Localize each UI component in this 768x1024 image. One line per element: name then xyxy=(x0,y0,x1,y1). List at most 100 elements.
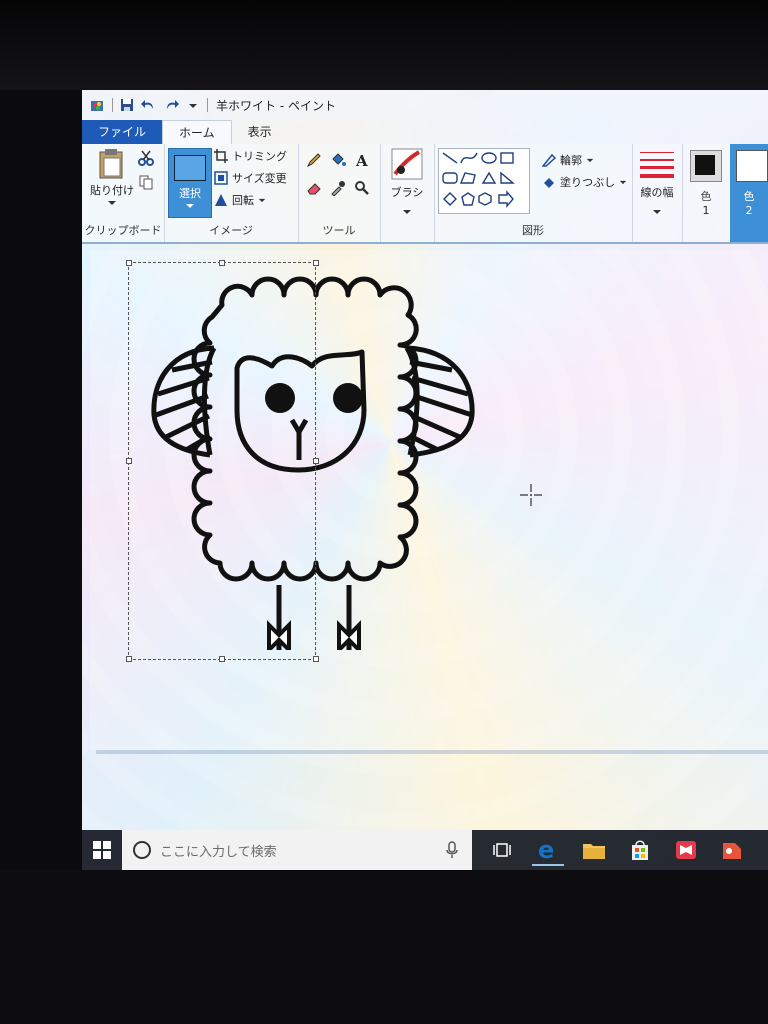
color2-swatch xyxy=(736,150,768,182)
paint-app-icon[interactable] xyxy=(90,97,106,113)
undo-icon[interactable] xyxy=(141,97,157,113)
tools-group-label: ツール xyxy=(322,224,356,237)
shape-fill-icon xyxy=(544,178,554,188)
resize-button[interactable]: サイズ変更 xyxy=(214,170,287,186)
window-title: 羊ホワイト - ペイント xyxy=(216,98,336,113)
svg-text:e: e xyxy=(538,837,554,861)
group-image: 選択 トリミング サイズ変更 回転 イメージ xyxy=(164,144,299,242)
file-explorer-button[interactable] xyxy=(578,834,610,866)
save-icon[interactable] xyxy=(119,97,135,113)
fill-button[interactable]: 塗りつぶし xyxy=(542,174,627,190)
tab-home[interactable]: ホーム xyxy=(162,120,232,145)
brushes-button[interactable]: ブラシ xyxy=(386,148,428,219)
shapes-group-label: 図形 xyxy=(522,224,544,237)
group-color2[interactable]: 色 2 xyxy=(730,144,768,242)
group-clipboard: 貼り付け クリップボード xyxy=(82,144,165,242)
selection-handle-top-right[interactable] xyxy=(313,260,319,266)
copy-icon[interactable] xyxy=(138,174,154,190)
screen: 羊ホワイト - ペイント ファイル ホーム 表示 貼り付け クリップボード 選択… xyxy=(82,90,768,870)
pencil-icon[interactable] xyxy=(306,152,322,168)
resize-label: サイズ変更 xyxy=(232,172,287,185)
rotate-button[interactable]: 回転 xyxy=(214,192,266,208)
selection-handle-bottom-left[interactable] xyxy=(126,656,132,662)
svg-text:A: A xyxy=(355,152,368,168)
color1-number: 1 xyxy=(702,204,710,217)
start-button[interactable] xyxy=(82,830,122,870)
crop-icon xyxy=(214,149,228,163)
canvas-bottom-edge xyxy=(96,750,768,754)
edge-browser-button[interactable]: e xyxy=(532,834,564,866)
color2-number: 2 xyxy=(745,204,753,217)
store-bag-icon xyxy=(632,840,648,860)
taskbar: ここに入力して検索 e xyxy=(82,830,768,870)
customize-dropdown-icon[interactable] xyxy=(185,97,201,113)
paste-label: 貼り付け xyxy=(90,184,134,197)
outline-label: 輪郭 xyxy=(560,154,582,167)
selection-handle-right[interactable] xyxy=(313,458,319,464)
store-button[interactable] xyxy=(624,834,656,866)
redo-icon[interactable] xyxy=(163,97,179,113)
cut-icon[interactable] xyxy=(138,150,154,166)
brushes-label: ブラシ xyxy=(390,186,424,199)
size-dropdown-icon xyxy=(653,210,661,214)
fill-bucket-icon[interactable] xyxy=(330,152,346,168)
fill-dropdown-icon xyxy=(619,180,627,184)
size-button[interactable]: 線の幅 xyxy=(638,150,676,219)
select-button[interactable]: 選択 xyxy=(168,148,212,218)
image-group-label: イメージ xyxy=(209,224,253,237)
eraser-icon[interactable] xyxy=(306,180,322,196)
resize-icon xyxy=(214,171,228,185)
crosshair-cursor-icon xyxy=(520,484,542,506)
ribbon: 貼り付け クリップボード 選択 トリミング サイズ変更 回転 イメージ A ツー… xyxy=(82,144,768,244)
selection-handle-bottom[interactable] xyxy=(219,656,225,662)
crop-button[interactable]: トリミング xyxy=(214,148,287,164)
paint-taskbar-button[interactable] xyxy=(716,834,748,866)
select-dropdown-icon xyxy=(186,204,194,208)
group-tools: A ツール xyxy=(298,144,381,242)
windows-logo-icon xyxy=(93,841,111,859)
shapes-gallery[interactable] xyxy=(438,148,530,214)
select-label: 選択 xyxy=(179,187,201,200)
color-picker-icon[interactable] xyxy=(330,180,346,196)
fill-label: 塗りつぶし xyxy=(560,176,616,189)
task-view-button[interactable] xyxy=(486,834,518,866)
text-icon[interactable]: A xyxy=(354,152,370,168)
reader-app-button[interactable] xyxy=(670,834,702,866)
group-color1[interactable]: 色 1 xyxy=(682,144,730,242)
tab-view[interactable]: 表示 xyxy=(232,120,288,144)
selection-handle-top-left[interactable] xyxy=(126,260,132,266)
group-shapes: 輪郭 塗りつぶし 図形 xyxy=(434,144,633,242)
rotate-label: 回転 xyxy=(232,194,254,207)
group-size: 線の幅 xyxy=(632,144,683,242)
crop-label: トリミング xyxy=(232,150,287,163)
taskbar-search-box[interactable]: ここに入力して検索 xyxy=(122,830,472,870)
selection-handle-bottom-right[interactable] xyxy=(313,656,319,662)
clipboard-group-label: クリップボード xyxy=(84,224,162,237)
tab-file[interactable]: ファイル xyxy=(82,120,163,144)
group-brushes: ブラシ xyxy=(380,144,435,242)
paint-app-taskbar-icon xyxy=(723,843,741,859)
sheep-right-eye xyxy=(333,383,363,413)
size-label: 線の幅 xyxy=(640,186,674,199)
color2-label: 色 xyxy=(743,190,755,203)
magnifier-icon[interactable] xyxy=(354,180,370,196)
selection-rectangle[interactable] xyxy=(128,262,316,660)
selection-handle-top[interactable] xyxy=(219,260,225,266)
selection-handle-left[interactable] xyxy=(126,458,132,464)
color1-swatch xyxy=(690,150,722,182)
outline-button[interactable]: 輪郭 xyxy=(542,152,594,168)
device-bezel-top xyxy=(0,0,768,90)
ribbon-tabs: ファイル ホーム 表示 xyxy=(82,120,768,145)
title-bar: 羊ホワイト - ペイント xyxy=(82,90,768,120)
paste-icon xyxy=(99,149,123,179)
search-placeholder: ここに入力して検索 xyxy=(160,844,277,860)
brush-icon xyxy=(391,148,423,180)
cortana-icon xyxy=(133,841,151,859)
color1-label: 色 xyxy=(700,190,712,203)
paste-button[interactable]: 貼り付け xyxy=(90,148,134,206)
task-view-icon xyxy=(493,843,511,857)
book-app-icon xyxy=(676,841,696,859)
microphone-icon[interactable] xyxy=(446,841,458,859)
select-icon xyxy=(174,155,206,181)
rotate-dropdown-icon xyxy=(258,198,266,202)
